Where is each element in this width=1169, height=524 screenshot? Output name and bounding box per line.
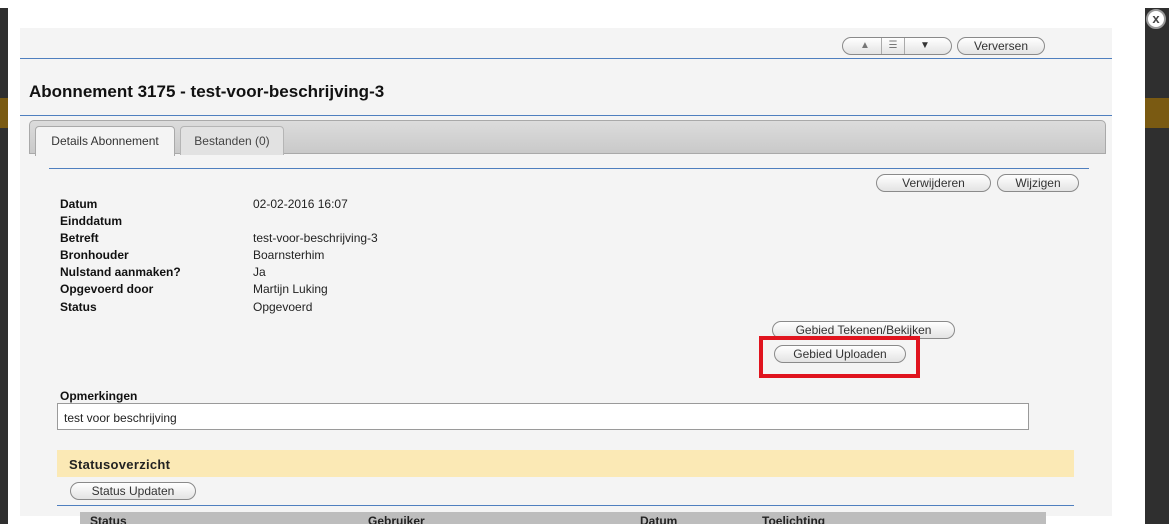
detail-label-source-holder: Bronhouder [60, 248, 129, 262]
page-title: Abonnement 3175 - test-voor-beschrijving… [29, 82, 385, 101]
remarks-field: test voor beschrijving [57, 403, 1029, 430]
refresh-button[interactable]: Verversen [957, 37, 1045, 55]
next-record-icon[interactable]: ▼ [913, 38, 937, 54]
column-header-status[interactable]: Status [90, 514, 127, 524]
tab-files[interactable]: Bestanden (0) [180, 126, 284, 155]
highlight-box [759, 336, 920, 378]
detail-value-status: Opgevoerd [253, 300, 313, 314]
toolbar-divider [20, 58, 1112, 59]
detail-value-source-holder: Boarnsterhim [253, 248, 325, 262]
column-header-date[interactable]: Datum [640, 514, 677, 524]
detail-label-date: Datum [60, 197, 98, 211]
record-list-icon[interactable]: ☰ [881, 38, 905, 54]
previous-record-icon[interactable]: ▲ [853, 38, 877, 54]
status-table-divider [57, 505, 1074, 506]
backdrop-right-strip [1145, 8, 1169, 524]
backdrop-menu-strip-left [0, 98, 8, 128]
remarks-label: Opmerkingen [60, 389, 138, 403]
column-header-user[interactable]: Gebruiker [368, 514, 425, 524]
backdrop-left-strip [0, 8, 8, 524]
detail-label-subject: Betreft [60, 231, 99, 245]
detail-value-baseline: Ja [253, 265, 266, 279]
detail-label-created-by: Opgevoerd door [60, 282, 154, 296]
detail-value-created-by: Martijn Luking [253, 282, 328, 296]
backdrop-menu-strip-right [1145, 98, 1169, 128]
detail-label-status: Status [60, 300, 97, 314]
title-divider [20, 115, 1112, 116]
detail-label-end-date: Einddatum [60, 214, 122, 228]
status-overview-header: Statusoverzicht [57, 450, 1074, 477]
update-status-button[interactable]: Status Updaten [70, 482, 196, 500]
backdrop-topbar [0, 0, 1169, 8]
detail-label-baseline: Nulstand aanmaken? [60, 265, 181, 279]
column-header-notes[interactable]: Toelichting [762, 514, 825, 524]
detail-value-date: 02-02-2016 16:07 [253, 197, 348, 211]
detail-value-subject: test-voor-beschrijving-3 [253, 231, 378, 245]
tab-bar: Details Abonnement Bestanden (0) [29, 120, 1106, 156]
status-table-header: Status Gebruiker Datum Toelichting [80, 512, 1046, 524]
record-navigation: ▲ ☰ ▼ [842, 37, 952, 55]
delete-button[interactable]: Verwijderen [876, 174, 991, 192]
edit-button[interactable]: Wijzigen [997, 174, 1079, 192]
details-divider [49, 168, 1089, 169]
close-dialog-button[interactable]: x [1146, 9, 1166, 29]
tab-details-subscription[interactable]: Details Abonnement [35, 126, 175, 156]
